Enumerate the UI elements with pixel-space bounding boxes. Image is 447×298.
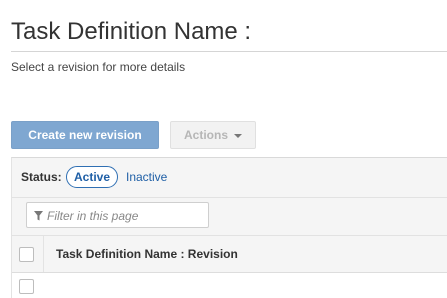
filter-row: Filter in this page: [12, 198, 447, 236]
caret-down-icon: [234, 133, 242, 138]
status-active-option[interactable]: Active: [66, 166, 119, 188]
table-row[interactable]: [12, 273, 447, 298]
row-checkbox[interactable]: [19, 279, 34, 294]
funnel-icon: [34, 211, 43, 221]
filter-placeholder: Filter in this page: [47, 209, 139, 223]
status-filter-bar: Status: Active Inactive: [12, 158, 447, 198]
revisions-panel: Status: Active Inactive Filter in this p…: [11, 157, 447, 298]
task-definition-page: Task Definition Name : Select a revision…: [0, 0, 447, 298]
title-divider: [11, 51, 447, 52]
table-header-row: Task Definition Name : Revision: [12, 236, 447, 273]
actions-dropdown-button[interactable]: Actions: [170, 121, 256, 149]
column-divider: [43, 236, 44, 272]
page-subtitle: Select a revision for more details: [11, 60, 186, 74]
actions-label: Actions: [183, 128, 228, 142]
select-all-checkbox[interactable]: [19, 247, 34, 262]
column-header-revision[interactable]: Task Definition Name : Revision: [56, 247, 238, 261]
page-title: Task Definition Name :: [11, 18, 252, 45]
filter-input[interactable]: Filter in this page: [26, 202, 209, 228]
create-new-revision-button[interactable]: Create new revision: [11, 121, 159, 149]
status-inactive-option[interactable]: Inactive: [126, 170, 167, 184]
status-label: Status:: [21, 170, 62, 184]
